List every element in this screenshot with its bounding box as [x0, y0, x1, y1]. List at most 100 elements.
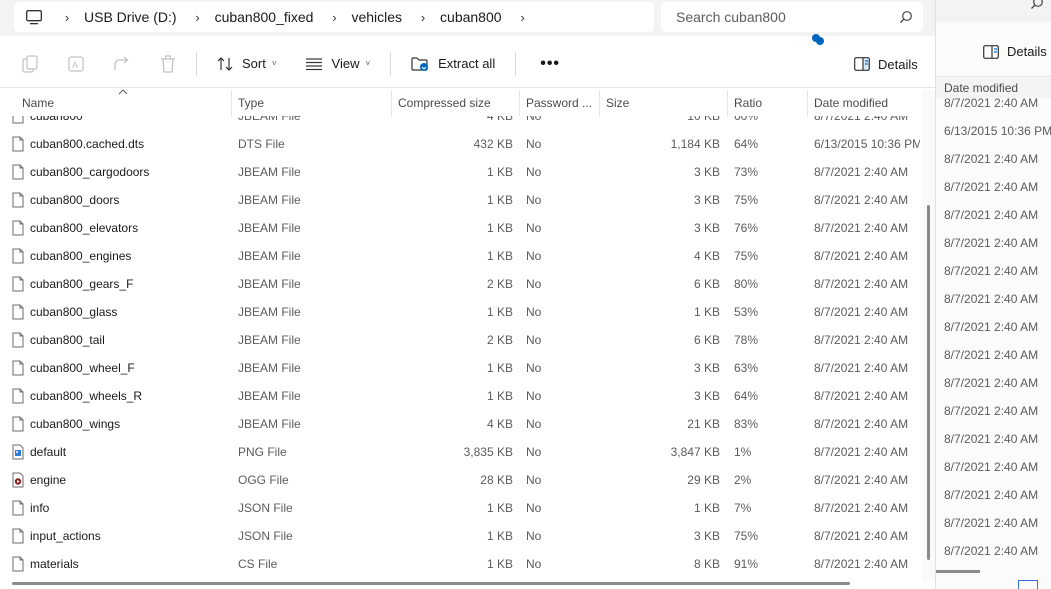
background-date-cell: 8/7/2021 2:40 AM	[944, 348, 1039, 362]
column-header-password[interactable]: Password ...	[520, 90, 600, 116]
toolbar-divider	[515, 51, 517, 76]
file-compressed-size: 28 KB	[480, 473, 513, 487]
file-name: cuban800_wings	[30, 417, 121, 431]
this-pc-icon[interactable]	[24, 7, 44, 27]
breadcrumb[interactable]: › USB Drive (D:) › cuban800_fixed › vehi…	[14, 2, 654, 32]
search-icon[interactable]	[1030, 0, 1044, 10]
column-header-name[interactable]: Name	[16, 90, 232, 116]
file-row[interactable]: default PNG File 3,835 KB No 3,847 KB 1% 8/7/2…	[0, 438, 922, 466]
file-row[interactable]: cuban800_gears_F JBEAM File 2 KB No 6 KB 80% 8…	[0, 270, 922, 298]
column-header-type[interactable]: Type	[232, 90, 392, 116]
background-date-cell: 8/7/2021 2:40 AM	[944, 516, 1039, 530]
copy-icon[interactable]	[14, 48, 46, 80]
file-row[interactable]: cuban800_wheels_R JBEAM File 1 KB No 3 KB 64%…	[0, 382, 922, 410]
background-explorer-window[interactable]: Details Date modified 8/7/2021 2:40 AM 6/…	[935, 0, 1051, 589]
file-size: 10 KB	[687, 116, 720, 123]
file-row[interactable]: cuban800_cargodoors JBEAM File 1 KB No 3 KB 7…	[0, 158, 922, 186]
chevron-down-icon: ˅	[365, 59, 371, 68]
view-button[interactable]: View ˅	[297, 48, 379, 80]
file-list: cuban800 JBEAM File 4 KB No 10 KB 60% 8/7/2021…	[0, 116, 922, 580]
image-file-icon	[12, 444, 24, 460]
background-date-cell: 8/7/2021 2:40 AM	[944, 544, 1039, 558]
file-row[interactable]: cuban800_wheel_F JBEAM File 1 KB No 3 KB 63% 8…	[0, 354, 922, 382]
extract-all-button[interactable]: Extract all	[403, 48, 503, 80]
divider	[936, 76, 1051, 77]
column-header-date-modified[interactable]: Date modified	[808, 90, 922, 116]
audio-file-icon	[12, 472, 24, 488]
toolbar-divider	[196, 51, 197, 76]
share-icon[interactable]	[106, 48, 138, 80]
file-type: PNG File	[238, 445, 287, 459]
file-date-modified: 8/7/2021 2:40 AM	[814, 116, 909, 123]
chevron-right-icon[interactable]: ›	[58, 10, 76, 25]
background-details-label: Details	[1007, 44, 1047, 59]
column-header-ratio[interactable]: Ratio	[728, 90, 808, 116]
background-date-cell: 8/7/2021 2:40 AM	[944, 264, 1039, 278]
file-ratio: 64%	[734, 389, 759, 403]
file-row[interactable]: cuban800_doors JBEAM File 1 KB No 3 KB 75% 8/7…	[0, 186, 922, 214]
file-size: 29 KB	[687, 473, 720, 487]
file-row[interactable]: cuban800_glass JBEAM File 1 KB No 1 KB 53% 8/7…	[0, 298, 922, 326]
file-row[interactable]: cuban800.cached.dts DTS File 432 KB No 1,184…	[0, 130, 922, 158]
sort-button[interactable]: Sort ˅	[209, 48, 285, 80]
vertical-scrollbar-thumb[interactable]	[927, 205, 930, 560]
file-row[interactable]: info JSON File 1 KB No 1 KB 7% 8/7/2021 2:40 A…	[0, 494, 922, 522]
background-details-button[interactable]: Details	[983, 44, 1047, 59]
file-password: No	[526, 501, 542, 515]
file-password: No	[526, 333, 542, 347]
file-size: 3,847 KB	[670, 445, 720, 459]
file-row[interactable]: cuban800_engines JBEAM File 1 KB No 4 KB 75% 8…	[0, 242, 922, 270]
details-pane-button[interactable]: Details	[846, 48, 926, 80]
file-date-modified: 8/7/2021 2:40 AM	[814, 165, 909, 179]
chevron-right-icon[interactable]: ›	[325, 10, 343, 25]
view-toggle-icon[interactable]	[1018, 580, 1038, 589]
column-header-compressed-size[interactable]: Compressed size	[392, 90, 520, 116]
document-icon	[12, 116, 24, 124]
file-compressed-size: 2 KB	[486, 333, 513, 347]
file-size: 1 KB	[693, 305, 720, 319]
chevron-right-icon[interactable]: ›	[514, 10, 532, 25]
file-row[interactable]: cuban800_elevators JBEAM File 1 KB No 3 KB 76…	[0, 214, 922, 242]
file-name: cuban800.cached.dts	[30, 137, 145, 151]
column-header-row: Name Type Compressed size Password ... S…	[0, 89, 922, 116]
background-date-cell: 8/7/2021 2:40 AM	[944, 292, 1039, 306]
horizontal-scrollbar-thumb[interactable]	[12, 582, 850, 585]
file-date-modified: 8/7/2021 2:40 AM	[814, 445, 909, 459]
file-size: 4 KB	[693, 249, 720, 263]
file-row[interactable]: cuban800_wings JBEAM File 4 KB No 21 KB 83% 8/…	[0, 410, 922, 438]
file-size: 3 KB	[693, 361, 720, 375]
file-row[interactable]: engine OGG File 28 KB No 29 KB 2% 8/7/2021 2:4…	[0, 466, 922, 494]
breadcrumb-usb-drive[interactable]: USB Drive (D:)	[76, 9, 189, 25]
file-explorer-window: › USB Drive (D:) › cuban800_fixed › vehi…	[0, 0, 935, 589]
rename-icon[interactable]: A	[60, 48, 92, 80]
more-options-button[interactable]: •••	[528, 48, 572, 80]
file-date-modified: 8/7/2021 2:40 AM	[814, 529, 909, 543]
file-name: cuban800_wheel_F	[30, 361, 135, 375]
search-icon[interactable]	[899, 10, 913, 24]
file-name: cuban800_doors	[30, 193, 120, 207]
file-size: 3 KB	[693, 165, 720, 179]
file-date-modified: 8/7/2021 2:40 AM	[814, 221, 909, 235]
search-input[interactable]	[661, 2, 891, 32]
chevron-right-icon[interactable]: ›	[189, 10, 207, 25]
file-type: JBEAM File	[238, 417, 301, 431]
chevron-right-icon[interactable]: ›	[414, 10, 432, 25]
delete-icon[interactable]	[152, 48, 184, 80]
file-name: cuban800	[30, 116, 83, 123]
file-compressed-size: 1 KB	[486, 389, 513, 403]
file-size: 3 KB	[693, 389, 720, 403]
file-row[interactable]: cuban800_tail JBEAM File 2 KB No 6 KB 78% 8/7/…	[0, 326, 922, 354]
breadcrumb-cuban800-fixed[interactable]: cuban800_fixed	[207, 9, 326, 25]
breadcrumb-vehicles[interactable]: vehicles	[343, 9, 414, 25]
file-row[interactable]: materials CS File 1 KB No 8 KB 91% 8/7/2021 2:…	[0, 550, 922, 578]
background-date-cell: 8/7/2021 2:40 AM	[944, 404, 1039, 418]
breadcrumb-cuban800[interactable]: cuban800	[432, 9, 514, 25]
file-size: 1 KB	[693, 501, 720, 515]
background-address-bar	[936, 0, 1051, 22]
column-header-size[interactable]: Size	[600, 90, 728, 116]
file-row[interactable]: cuban800 JBEAM File 4 KB No 10 KB 60% 8/7/2021…	[0, 116, 922, 130]
file-name: cuban800_elevators	[30, 221, 139, 235]
background-horizontal-scrollbar[interactable]	[936, 570, 980, 573]
file-row[interactable]: input_actions JSON File 1 KB No 3 KB 75% 8/7/2…	[0, 522, 922, 550]
file-date-modified: 8/7/2021 2:40 AM	[814, 333, 909, 347]
